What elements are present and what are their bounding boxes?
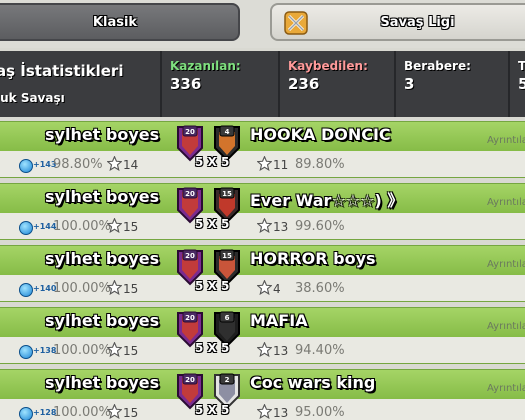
our-stars: 15 [123,406,139,420]
star-icon [107,280,122,295]
enemy-clan-level: 2 [225,376,230,384]
stats-subtitle: luk Savaşı [0,91,65,105]
enemy-destruction-pct: 99.60% [295,219,345,234]
our-clan-name: sylhet boyes [45,187,160,206]
star-icon [107,156,122,171]
our-destruction-pct: 100.00% [53,219,111,234]
tab-war-league[interactable]: Savaş Ligi [270,3,525,41]
our-destruction-pct: 100.00% [53,281,111,296]
our-clan-level: 20 [185,128,195,136]
enemy-destruction-pct: 89.80% [295,157,345,172]
star-icon [107,404,122,419]
stats-title: aş İstatistikleri [0,62,124,80]
war-size: 5 X 5 [195,341,230,355]
star-icon [257,218,272,233]
details-button[interactable]: Ayrıntılar [487,197,525,208]
star-icon [257,280,272,295]
our-clan-level: 20 [185,376,195,384]
enemy-clan-name: Coc wars king [250,373,376,392]
stat-total: T 5 [508,51,525,117]
our-stars: 15 [123,282,139,296]
enemy-stars: 13 [273,406,289,420]
our-clan-level: 20 [185,314,195,322]
enemy-stars: 13 [273,344,289,358]
crossed-swords-icon [284,11,308,35]
enemy-clan-name: Ever War☆☆☆) 》 [250,191,404,210]
war-log-row[interactable]: sylhet boyes 20 15 HORROR boys 5 X 5 +14… [0,245,525,302]
star-icon [257,342,272,357]
enemy-destruction-pct: 95.00% [295,405,345,420]
war-size: 5 X 5 [195,279,230,293]
xp-gem-icon [19,159,33,173]
stat-total-label: T [518,59,525,73]
xp-gem-icon [19,283,33,297]
enemy-clan-level: 15 [222,252,232,260]
xp-gem-icon [19,345,33,359]
enemy-clan-name: MAFIA [250,311,308,330]
tab-classic-label: Klasik [92,14,138,30]
enemy-destruction-pct: 94.40% [295,343,345,358]
enemy-clan-level: 4 [225,128,230,136]
our-destruction-pct: 100.00% [53,405,111,420]
war-size: 5 X 5 [195,217,230,231]
enemy-stars: 4 [273,282,281,296]
our-clan-name: sylhet boyes [45,373,160,392]
star-icon [257,404,272,419]
our-clan-name: sylhet boyes [45,249,160,268]
star-icon [107,342,122,357]
stat-losses-value: 236 [288,75,320,93]
enemy-destruction-pct: 38.60% [295,281,345,296]
enemy-clan-name: HORROR boys [250,249,376,268]
stat-wins-label: Kazanılan: [170,59,241,73]
war-log-tabbar: Klasik Savaş Ligi [0,0,525,48]
enemy-clan-level: 15 [222,190,232,198]
details-button[interactable]: Ayrıntılar [487,135,525,146]
war-size: 5 X 5 [195,403,230,417]
tab-classic[interactable]: Klasik [0,3,240,41]
enemy-clan-level: 6 [225,314,230,322]
our-clan-level: 20 [185,190,195,198]
stat-total-value: 5 [518,75,525,93]
our-stars: 14 [123,158,139,172]
enemy-clan-name: HOOKA DONCIC [250,125,391,144]
star-icon [257,156,272,171]
details-button[interactable]: Ayrıntılar [487,383,525,394]
our-clan-level: 20 [185,252,195,260]
stat-losses-label: Kaybedilen: [288,59,368,73]
war-log-row[interactable]: sylhet boyes 20 2 Coc wars king 5 X 5 +1… [0,369,525,420]
war-statistics-panel: aş İstatistikleri luk Savaşı Kazanılan: … [0,51,525,117]
our-stars: 15 [123,220,139,234]
xp-gem-icon [19,221,33,235]
details-button[interactable]: Ayrıntılar [487,259,525,270]
stat-losses: Kaybedilen: 236 [278,51,396,117]
war-log-list: sylhet boyes 20 4 HOOKA DONCIC 5 X 5 +14… [0,117,525,420]
stat-draws-value: 3 [404,75,415,93]
stat-wins: Kazanılan: 336 [160,51,280,117]
tab-war-league-label: Savaş Ligi [380,14,455,30]
stat-draws: Berabere: 3 [394,51,512,117]
details-button[interactable]: Ayrıntılar [487,321,525,332]
our-stars: 15 [123,344,139,358]
war-size: 5 X 5 [195,155,230,169]
star-icon [107,218,122,233]
xp-gem-icon [19,407,33,420]
our-destruction-pct: 100.00% [53,343,111,358]
enemy-stars: 13 [273,220,289,234]
war-log-row[interactable]: sylhet boyes 20 6 MAFIA 5 X 5 +138 100.0… [0,307,525,364]
stat-wins-value: 336 [170,75,202,93]
our-clan-name: sylhet boyes [45,125,160,144]
war-log-row[interactable]: sylhet boyes 20 15 Ever War☆☆☆) 》 5 X 5 … [0,183,525,240]
our-destruction-pct: 98.80% [53,157,103,172]
war-log-row[interactable]: sylhet boyes 20 4 HOOKA DONCIC 5 X 5 +14… [0,121,525,178]
enemy-stars: 11 [273,158,289,172]
our-clan-name: sylhet boyes [45,311,160,330]
stat-draws-label: Berabere: [404,59,471,73]
